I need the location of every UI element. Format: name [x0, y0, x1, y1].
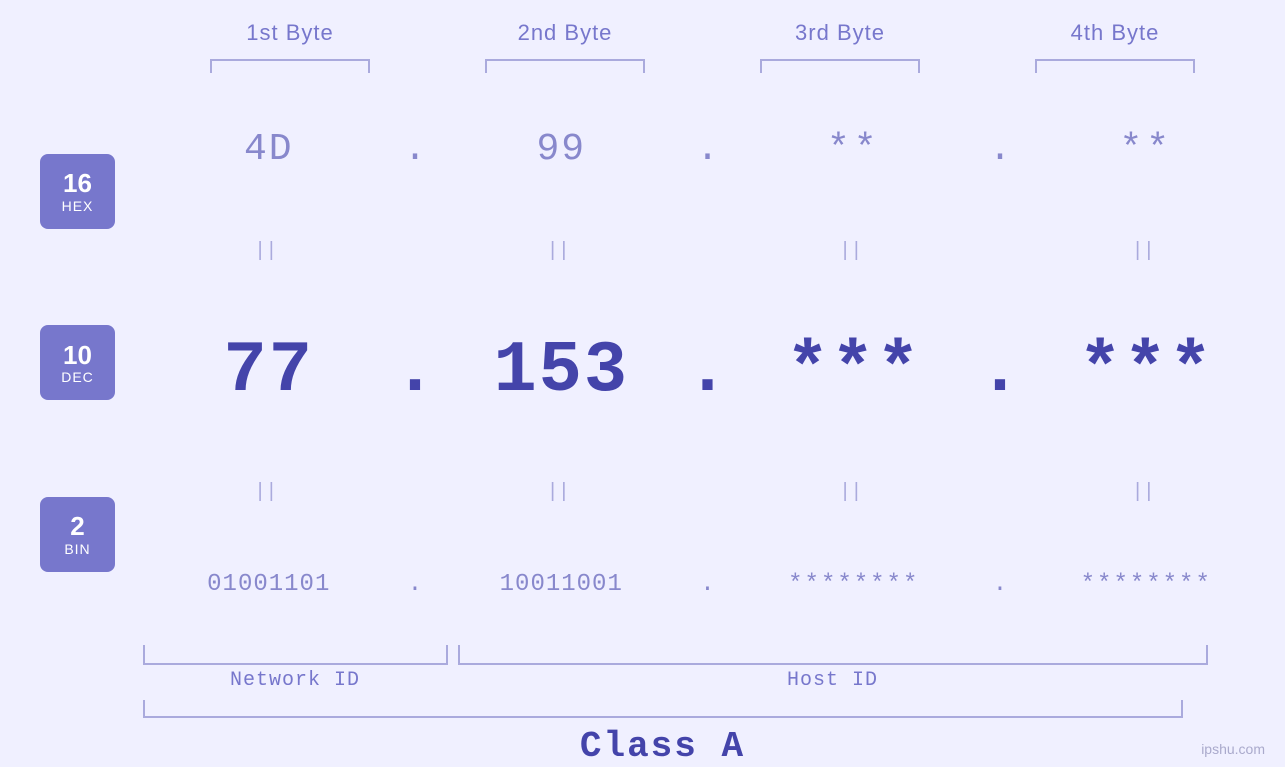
dec-dot2: . — [688, 330, 728, 412]
eq8: || — [1020, 480, 1273, 503]
dec-row: 77 . 153 . *** . *** — [143, 330, 1273, 412]
dec-dot1: . — [395, 330, 435, 412]
bin-b3: ******** — [788, 571, 919, 598]
byte-headers: 1st Byte 2nd Byte 3rd Byte 4th Byte — [153, 20, 1253, 46]
id-label-row: Network ID Host ID — [133, 669, 1263, 692]
eq2: || — [435, 239, 688, 262]
hex-b1: 4D — [244, 128, 294, 171]
byte1-header: 1st Byte — [153, 20, 428, 46]
eq-row-1: || || || || — [143, 236, 1273, 266]
bin-b2: 10011001 — [500, 571, 623, 598]
dec-dot3: . — [980, 330, 1020, 412]
bin-badge-label: BIN — [64, 541, 90, 557]
bin-dot1: . — [395, 571, 435, 598]
hex-badge: 16 HEX — [40, 154, 115, 229]
eq1: || — [143, 239, 396, 262]
dec-badge-num: 10 — [63, 341, 92, 370]
host-bracket — [458, 645, 1208, 665]
top-brackets — [153, 56, 1253, 76]
bin-b4-cell: ******** — [1020, 571, 1273, 598]
bracket4 — [978, 56, 1253, 76]
hex-dot1: . — [395, 128, 435, 171]
hex-b2: 99 — [536, 128, 586, 171]
hex-b4-cell: ** — [1020, 128, 1273, 171]
bracket1 — [153, 56, 428, 76]
outer-bracket — [143, 700, 1183, 718]
watermark: ipshu.com — [1201, 741, 1265, 757]
bin-b3-cell: ******** — [728, 571, 981, 598]
bottom-section: Network ID Host ID Class A — [13, 645, 1273, 767]
eq5: || — [143, 480, 396, 503]
dec-b2-cell: 153 — [435, 330, 688, 412]
hex-b2-cell: 99 — [435, 128, 688, 171]
dec-b2: 153 — [493, 330, 629, 412]
hex-badge-label: HEX — [62, 198, 94, 214]
bracket3 — [703, 56, 978, 76]
hex-dot3: . — [980, 128, 1020, 171]
bin-b1-cell: 01001101 — [143, 571, 396, 598]
bin-b4: ******** — [1081, 571, 1212, 598]
byte3-header: 3rd Byte — [703, 20, 978, 46]
hex-row: 4D . 99 . ** . ** — [143, 128, 1273, 171]
dec-b1-cell: 77 — [143, 330, 396, 412]
network-bracket — [143, 645, 448, 665]
network-id-label: Network ID — [143, 669, 448, 692]
eq7: || — [728, 480, 981, 503]
eq6: || — [435, 480, 688, 503]
eq4: || — [1020, 239, 1273, 262]
dec-b4-cell: *** — [1020, 330, 1273, 412]
dec-badge-label: DEC — [61, 369, 94, 385]
main-container: 1st Byte 2nd Byte 3rd Byte 4th Byte 16 H… — [0, 0, 1285, 767]
bin-row: 01001101 . 10011001 . ******** . — [143, 571, 1273, 598]
class-label: Class A — [143, 726, 1183, 767]
bottom-brackets — [133, 645, 1263, 665]
eq-row-2: || || || || — [143, 476, 1273, 506]
hex-badge-num: 16 — [63, 169, 92, 198]
host-id-label: Host ID — [458, 669, 1208, 692]
bin-dot2: . — [688, 571, 728, 598]
values-grid: 4D . 99 . ** . ** — [143, 86, 1273, 640]
dec-badge: 10 DEC — [40, 325, 115, 400]
byte4-header: 4th Byte — [978, 20, 1253, 46]
content-area: 16 HEX 10 DEC 2 BIN 4D . — [13, 86, 1273, 640]
hex-b3: ** — [827, 128, 881, 171]
eq3: || — [728, 239, 981, 262]
dec-b3: *** — [786, 330, 922, 412]
dec-b1: 77 — [224, 330, 314, 412]
dec-b4: *** — [1078, 330, 1214, 412]
hex-b1-cell: 4D — [143, 128, 396, 171]
byte2-header: 2nd Byte — [428, 20, 703, 46]
bin-dot3: . — [980, 571, 1020, 598]
bin-b1: 01001101 — [207, 571, 330, 598]
hex-dot2: . — [688, 128, 728, 171]
bin-b2-cell: 10011001 — [435, 571, 688, 598]
bracket2 — [428, 56, 703, 76]
hex-b3-cell: ** — [728, 128, 981, 171]
dec-b3-cell: *** — [728, 330, 981, 412]
bin-badge-num: 2 — [70, 512, 84, 541]
badges-column: 16 HEX 10 DEC 2 BIN — [13, 86, 143, 640]
bin-badge: 2 BIN — [40, 497, 115, 572]
hex-b4: ** — [1119, 128, 1173, 171]
